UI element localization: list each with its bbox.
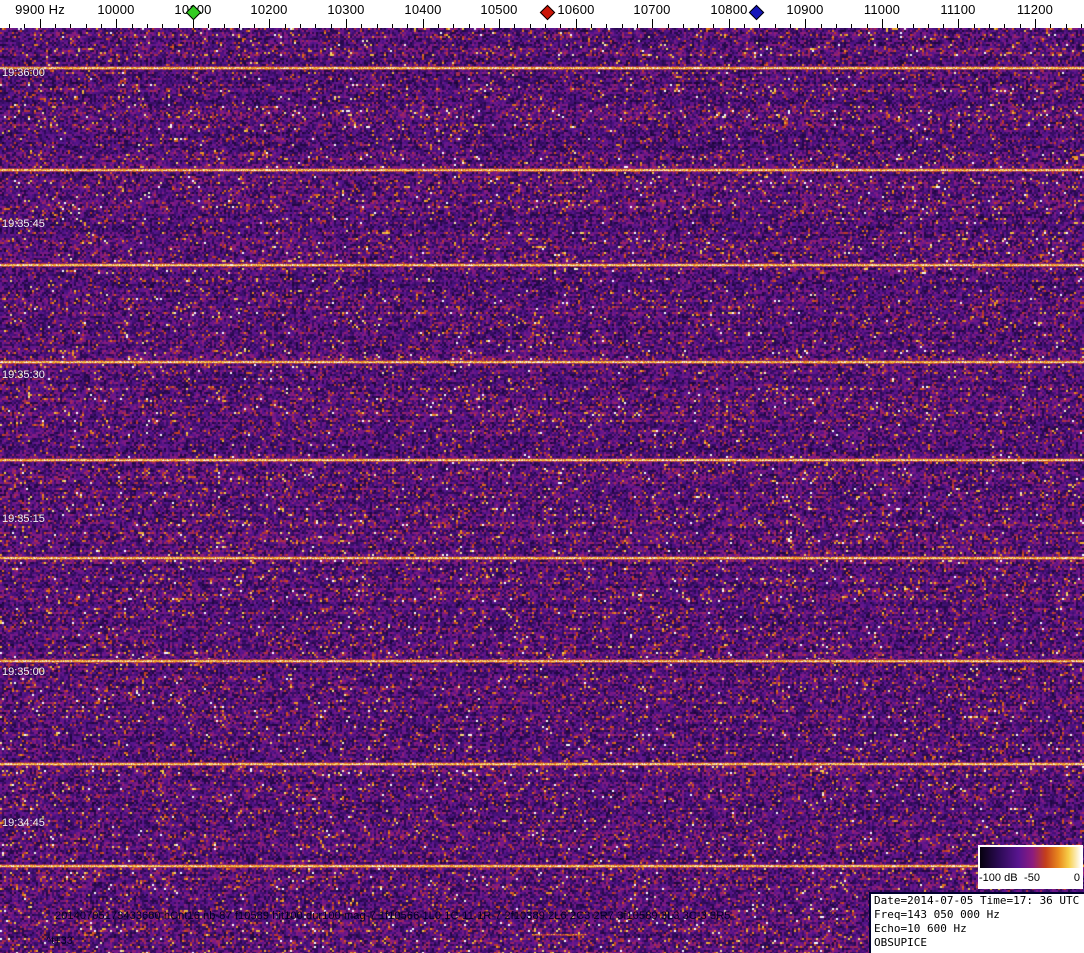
freq-tick-minor (560, 24, 561, 28)
legend-min-label: -100 dB (979, 872, 1018, 884)
freq-tick-minor (285, 24, 286, 28)
freq-tick-minor (698, 24, 699, 28)
freq-tick-minor (606, 24, 607, 28)
freq-tick-minor (1020, 24, 1021, 28)
freq-tick-minor (790, 24, 791, 28)
freq-tick-minor (484, 24, 485, 28)
freq-tick-minor (24, 24, 25, 28)
freq-tick-minor (331, 24, 332, 28)
freq-tick-minor (622, 24, 623, 28)
red-marker-diamond[interactable] (540, 5, 556, 21)
freq-tick-major (652, 19, 653, 28)
blue-marker-diamond[interactable] (749, 5, 765, 21)
freq-tick-minor (545, 24, 546, 28)
freq-label-10400: 10400 (404, 2, 441, 17)
freq-tick-major (423, 19, 424, 28)
freq-tick-minor (713, 24, 714, 28)
freq-tick-minor (989, 24, 990, 28)
legend-mid-label: -50 (1024, 872, 1040, 884)
freq-tick-minor (315, 24, 316, 28)
freq-tick-minor (361, 24, 362, 28)
freq-tick-minor (867, 24, 868, 28)
freq-tick-minor (530, 24, 531, 28)
freq-label-10000: 10000 (97, 2, 134, 17)
freq-tick-minor (974, 24, 975, 28)
freq-tick-minor (913, 24, 914, 28)
freq-tick-minor (1004, 24, 1005, 28)
freq-tick-major (269, 19, 270, 28)
freq-tick-minor (821, 24, 822, 28)
freq-tick-minor (178, 24, 179, 28)
freq-tick-major (958, 19, 959, 28)
freq-label-10800: 10800 (710, 2, 747, 17)
freq-tick-minor (70, 24, 71, 28)
freq-tick-minor (208, 24, 209, 28)
freq-tick-minor (254, 24, 255, 28)
freq-label-10700: 10700 (633, 2, 670, 17)
freq-tick-major (1035, 19, 1036, 28)
freq-tick-major (729, 19, 730, 28)
freq-tick-minor (668, 24, 669, 28)
legend-max-label: 0 (1074, 872, 1080, 884)
freq-tick-minor (377, 24, 378, 28)
info-line-freq: Freq=143 050 000 Hz (874, 908, 1084, 922)
freq-label-11000: 11000 (864, 2, 900, 17)
info-line-echo: Echo=10 600 Hz (874, 922, 1084, 936)
freq-label-10900: 10900 (786, 2, 823, 17)
observation-info-box: Date=2014-07-05 Time=17: 36 UTC Freq=143… (869, 892, 1084, 953)
freq-tick-minor (836, 24, 837, 28)
freq-tick-minor (162, 24, 163, 28)
freq-label-10600: 10600 (557, 2, 594, 17)
freq-tick-minor (407, 24, 408, 28)
freq-tick-minor (897, 24, 898, 28)
freq-label-9900: 9900 Hz (15, 2, 65, 17)
freq-tick-minor (683, 24, 684, 28)
freq-label-10300: 10300 (327, 2, 364, 17)
freq-tick-minor (101, 24, 102, 28)
freq-tick-minor (759, 24, 760, 28)
freq-tick-minor (591, 24, 592, 28)
db-color-scale: -100 dB -50 0 (978, 845, 1083, 889)
freq-tick-minor (1066, 24, 1067, 28)
freq-tick-major (116, 19, 117, 28)
freq-tick-minor (775, 24, 776, 28)
freq-tick-minor (55, 24, 56, 28)
freq-tick-minor (438, 24, 439, 28)
freq-tick-minor (147, 24, 148, 28)
info-line-station: OBSUPICE (874, 936, 1084, 950)
freq-tick-major (805, 19, 806, 28)
freq-tick-minor (637, 24, 638, 28)
freq-label-11200: 11200 (1017, 2, 1053, 17)
freq-tick-minor (132, 24, 133, 28)
frequency-ruler: 9900 Hz100001010010200103001040010500106… (0, 0, 1084, 28)
freq-tick-major (499, 19, 500, 28)
freq-tick-minor (469, 24, 470, 28)
freq-tick-minor (928, 24, 929, 28)
waterfall-spectrogram[interactable] (0, 28, 1084, 953)
freq-tick-minor (744, 24, 745, 28)
freq-tick-major (882, 19, 883, 28)
freq-tick-minor (1050, 24, 1051, 28)
freq-tick-minor (86, 24, 87, 28)
freq-tick-minor (514, 24, 515, 28)
freq-tick-minor (300, 24, 301, 28)
freq-tick-minor (9, 24, 10, 28)
freq-tick-major (40, 19, 41, 28)
freq-tick-minor (392, 24, 393, 28)
freq-label-10500: 10500 (480, 2, 517, 17)
freq-tick-major (576, 19, 577, 28)
freq-label-11100: 11100 (940, 2, 975, 17)
freq-tick-minor (239, 24, 240, 28)
freq-label-10200: 10200 (250, 2, 287, 17)
freq-tick-minor (224, 24, 225, 28)
colormap-gradient-bar (980, 847, 1081, 868)
freq-tick-major (346, 19, 347, 28)
meteor-echo-spectrogram-app: 9900 Hz100001010010200103001040010500106… (0, 0, 1084, 953)
freq-tick-minor (943, 24, 944, 28)
info-line-date: Date=2014-07-05 Time=17: 36 UTC (874, 894, 1084, 908)
freq-tick-minor (851, 24, 852, 28)
freq-tick-minor (1081, 24, 1082, 28)
freq-tick-minor (453, 24, 454, 28)
